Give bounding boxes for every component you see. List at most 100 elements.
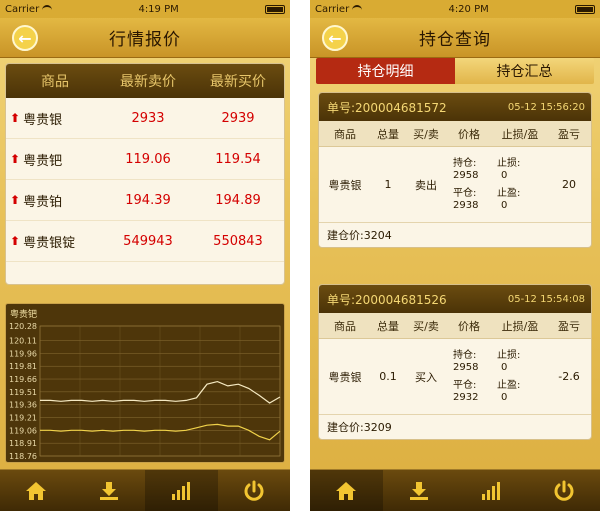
- stop-loss-label: 止损:: [497, 157, 521, 169]
- buy-price: 119.54: [215, 151, 261, 167]
- download-icon: [409, 481, 428, 500]
- quote-table: 商品 最新卖价 最新买价 ⬆ 粤贵银 2933 2939 ⬆ 粤贵钯 119.06 …: [5, 63, 285, 285]
- y-tick-label: 119.66: [9, 375, 37, 384]
- header-buy-price: 最新买价: [210, 74, 266, 90]
- col-side: 买/卖: [413, 319, 439, 333]
- up-arrow-icon: ⬆: [10, 152, 21, 166]
- back-arrow-icon: ←: [18, 28, 32, 48]
- product-name: 粤贵银: [23, 112, 63, 128]
- back-arrow-icon: ←: [328, 28, 342, 48]
- close-price: 2938: [453, 199, 479, 211]
- bars-chart-icon: [482, 481, 501, 500]
- quote-screen: Carrier 4:19 PM ← 行情报价 商品 最新卖价 最新买价 ⬆ 粤贵银…: [0, 0, 290, 511]
- sell-price: 549943: [123, 233, 173, 249]
- quote-row[interactable]: ⬆ 粤贵钯 119.06 119.54: [6, 139, 284, 180]
- download-icon: [99, 481, 118, 500]
- buy-price: 2939: [221, 110, 255, 126]
- up-arrow-icon: ⬆: [10, 111, 21, 125]
- product-name: 粤贵铂: [23, 194, 63, 210]
- y-tick-label: 119.51: [9, 388, 37, 397]
- tab-bar: [310, 469, 600, 511]
- tab-position-summary[interactable]: 持仓汇总: [455, 58, 594, 84]
- hold-price: 2958: [453, 361, 479, 373]
- close-label: 平仓:: [453, 187, 477, 199]
- quote-row[interactable]: ⬆ 粤贵铂 194.39 194.89: [6, 180, 284, 221]
- y-tick-label: 118.76: [9, 452, 37, 461]
- hold-label: 持仓:: [453, 349, 477, 361]
- sell-price: 2933: [131, 110, 165, 126]
- position-screen: Carrier 4:20 PM ← 持仓查询 持仓明细 持仓汇总 单号:2000…: [310, 0, 600, 511]
- quote-table-header: 商品 最新卖价 最新买价: [6, 64, 284, 98]
- status-bar: Carrier 4:19 PM: [0, 0, 290, 18]
- order-qty: 1: [384, 178, 392, 191]
- order-qty: 0.1: [379, 370, 397, 383]
- order-number: 单号:200004681526: [327, 292, 447, 307]
- tab-power[interactable]: [218, 470, 291, 511]
- stop-loss-value: 0: [501, 361, 508, 373]
- clock: 4:20 PM: [448, 3, 489, 15]
- header-product: 商品: [41, 74, 69, 90]
- order-pnl: 20: [562, 178, 576, 191]
- order-pnl: -2.6: [558, 370, 580, 383]
- order-card-header: 单号:200004681526 05-12 15:54:08: [319, 285, 591, 313]
- order-body: 粤贵银 1 卖出 持仓: 2958 平仓: 2938 止损: 0 止盈: 0 20: [319, 147, 591, 223]
- tab-bar: [0, 469, 290, 511]
- up-arrow-icon: ⬆: [10, 234, 21, 248]
- order-product: 粤贵银: [328, 370, 362, 384]
- buy-price: 550843: [213, 233, 263, 249]
- bars-chart-icon: [172, 481, 191, 500]
- power-icon: [244, 480, 264, 501]
- order-product: 粤贵银: [328, 178, 362, 192]
- y-tick-label: 119.36: [9, 401, 37, 410]
- home-icon: [336, 481, 357, 500]
- open-price: 建仓价:3204: [327, 229, 392, 242]
- battery-icon: [575, 4, 595, 14]
- battery-icon: [265, 4, 285, 14]
- wifi-icon: [352, 5, 363, 13]
- col-product: 商品: [334, 319, 356, 333]
- price-chart[interactable]: 120.28 120.11 119.96 119.81 119.66 119.51 119.…: [5, 303, 285, 463]
- tab-download[interactable]: [73, 470, 146, 511]
- col-qty: 总量: [377, 127, 399, 141]
- close-price: 2932: [453, 391, 479, 403]
- buy-price: 194.89: [215, 192, 261, 208]
- carrier-label: Carrier: [315, 3, 350, 15]
- status-bar: Carrier 4:20 PM: [310, 0, 600, 18]
- hold-price: 2958: [453, 169, 479, 181]
- sell-price: 119.06: [125, 151, 171, 167]
- take-profit-value: 0: [501, 391, 508, 403]
- tab-chart[interactable]: [145, 470, 218, 511]
- quote-row[interactable]: ⬆ 粤贵银 2933 2939: [6, 98, 284, 139]
- order-side: 买入: [415, 370, 437, 384]
- order-time: 05-12 15:54:08: [507, 293, 585, 305]
- chart-title: 粤贵钯: [10, 310, 38, 320]
- y-tick-label: 119.06: [9, 426, 37, 435]
- back-button[interactable]: ←: [12, 25, 38, 51]
- col-stop: 止损/盈: [501, 319, 539, 333]
- tab-chart[interactable]: [455, 470, 528, 511]
- y-tick-label: 119.81: [9, 362, 37, 371]
- tab-download[interactable]: [383, 470, 456, 511]
- tab-home[interactable]: [310, 470, 383, 511]
- power-icon: [554, 480, 574, 501]
- back-button[interactable]: ←: [322, 25, 348, 51]
- col-qty: 总量: [377, 319, 399, 333]
- product-name: 粤贵银锭: [23, 235, 76, 251]
- segment-control: 持仓明细 持仓汇总: [316, 58, 594, 84]
- up-arrow-icon: ⬆: [10, 193, 21, 207]
- order-side: 卖出: [415, 178, 437, 192]
- nav-bar: ← 持仓查询: [310, 18, 600, 58]
- order-number: 单号:200004681572: [327, 100, 447, 115]
- tab-home[interactable]: [0, 470, 73, 511]
- carrier-label: Carrier: [5, 3, 40, 15]
- tab-power[interactable]: [528, 470, 600, 511]
- order-body: 粤贵银 0.1 买入 持仓: 2958 平仓: 2932 止损: 0 止盈: 0 -2.…: [319, 339, 591, 415]
- y-tick-label: 118.91: [9, 439, 37, 448]
- order-card[interactable]: 单号:200004681526 05-12 15:54:08 商品 总量 买/卖…: [318, 284, 592, 440]
- home-icon: [26, 481, 47, 500]
- quote-row[interactable]: ⬆ 粤贵银锭 549943 550843: [6, 221, 284, 262]
- tab-position-detail[interactable]: 持仓明细: [316, 58, 455, 84]
- stop-loss-value: 0: [501, 169, 508, 181]
- order-card[interactable]: 单号:200004681572 05-12 15:56:20 商品 总量 买/卖…: [318, 92, 592, 248]
- take-profit-label: 止盈:: [497, 187, 521, 199]
